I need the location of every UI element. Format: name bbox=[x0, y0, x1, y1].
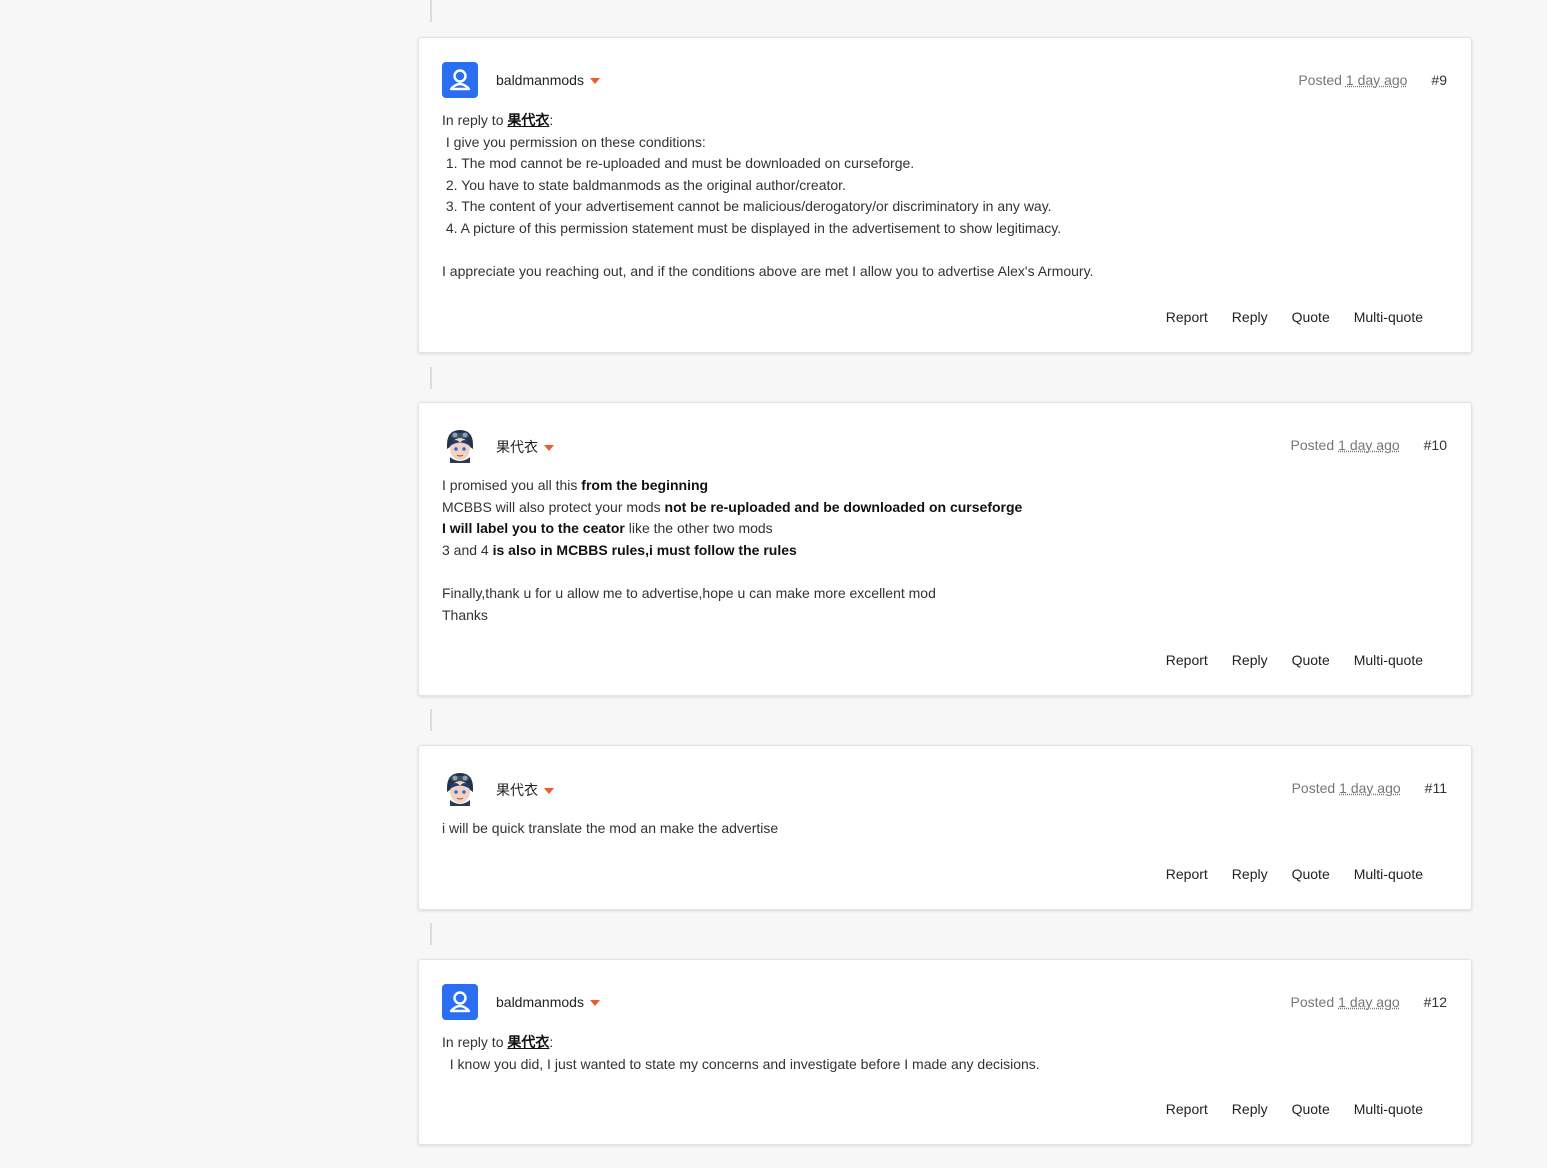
reply-line: In reply to 果代衣: bbox=[442, 1034, 554, 1050]
reply-to-link[interactable]: 果代衣 bbox=[507, 1034, 549, 1050]
reply-prefix: In reply to bbox=[442, 1034, 504, 1050]
caret-down-icon[interactable] bbox=[544, 788, 554, 795]
posted-label: Posted bbox=[1290, 994, 1335, 1010]
post-9: baldmanmods Posted 1 day ago #9 In reply t… bbox=[418, 37, 1472, 353]
post-meta: Posted 1 day ago #12 bbox=[1291, 994, 1447, 1010]
quote-button[interactable]: Quote bbox=[1292, 652, 1330, 668]
author-name[interactable]: baldmanmods bbox=[496, 994, 600, 1010]
posted-label: Posted bbox=[1290, 437, 1335, 453]
posted-time[interactable]: 1 day ago bbox=[1346, 72, 1408, 88]
posted-label: Posted bbox=[1298, 72, 1342, 88]
body-line: MCBBS will also protect your mods not be… bbox=[442, 498, 1023, 515]
post-number[interactable]: #11 bbox=[1425, 780, 1447, 796]
body-line: 2. You have to state baldmanmods as the … bbox=[442, 176, 846, 193]
report-button[interactable]: Report bbox=[1166, 309, 1208, 325]
quote-button[interactable]: Quote bbox=[1292, 309, 1330, 325]
multi-quote-button[interactable]: Multi-quote bbox=[1354, 866, 1423, 882]
multi-quote-button[interactable]: Multi-quote bbox=[1354, 652, 1423, 668]
body-line: I appreciate you reaching out, and if th… bbox=[442, 263, 1094, 280]
multi-quote-button[interactable]: Multi-quote bbox=[1354, 309, 1423, 325]
post-11: 果代衣 Posted 1 day ago #11 i will be quick t… bbox=[418, 745, 1472, 910]
posted-time[interactable]: 1 day ago bbox=[1338, 994, 1400, 1010]
post-body: i will be quick translate the mod an mak… bbox=[442, 818, 1447, 840]
post-meta: Posted 1 day ago #10 bbox=[1291, 437, 1447, 453]
thread-connector bbox=[430, 923, 432, 945]
reply-button[interactable]: Reply bbox=[1232, 652, 1268, 668]
body-line: I give you permission on these condition… bbox=[442, 133, 706, 150]
caret-down-icon[interactable] bbox=[589, 1000, 600, 1007]
body-line: I promised you all this from the beginni… bbox=[442, 477, 709, 493]
report-button[interactable]: Report bbox=[1166, 652, 1208, 668]
body-line: 4. A picture of this permission statemen… bbox=[442, 219, 1062, 236]
post-header: 果代衣 Posted 1 day ago #10 bbox=[442, 427, 1447, 463]
post-actions: Report Reply Quote Multi-quote bbox=[1142, 866, 1423, 882]
post-actions: Report Reply Quote Multi-quote bbox=[1142, 1101, 1423, 1117]
quote-button[interactable]: Quote bbox=[1292, 866, 1330, 882]
default-user-icon[interactable] bbox=[442, 62, 478, 98]
reply-prefix: In reply to bbox=[442, 112, 504, 128]
author-name[interactable]: baldmanmods bbox=[496, 72, 600, 88]
post-10: 果代衣 Posted 1 day ago #10 I promised you al… bbox=[418, 402, 1472, 696]
reply-to-link[interactable]: 果代衣 bbox=[507, 112, 549, 128]
posted-time[interactable]: 1 day ago bbox=[1339, 780, 1401, 796]
report-button[interactable]: Report bbox=[1166, 866, 1208, 882]
multi-quote-button[interactable]: Multi-quote bbox=[1354, 1101, 1423, 1117]
posted-time[interactable]: 1 day ago bbox=[1338, 437, 1400, 453]
body-line: Thanks bbox=[442, 606, 488, 623]
thread-connector bbox=[430, 367, 432, 389]
post-number[interactable]: #12 bbox=[1424, 994, 1447, 1010]
caret-down-icon[interactable] bbox=[544, 445, 554, 452]
reply-line: In reply to 果代衣: bbox=[442, 112, 554, 128]
report-button[interactable]: Report bbox=[1166, 1101, 1208, 1117]
reply-button[interactable]: Reply bbox=[1232, 309, 1268, 325]
post-header: baldmanmods Posted 1 day ago #9 bbox=[442, 62, 1447, 98]
default-user-icon[interactable] bbox=[442, 984, 478, 1020]
anime-avatar[interactable] bbox=[442, 770, 478, 806]
thread-connector bbox=[430, 709, 432, 731]
body-line: 3. The content of your advertisement can… bbox=[442, 198, 1052, 215]
post-header: baldmanmods Posted 1 day ago #12 bbox=[442, 984, 1447, 1020]
post-body: In reply to 果代衣: I know you did, I just … bbox=[442, 1032, 1447, 1075]
body-line: 3 and 4 is also in MCBBS rules,i must fo… bbox=[442, 541, 797, 558]
caret-down-icon[interactable] bbox=[589, 78, 600, 85]
anime-avatar[interactable] bbox=[442, 427, 478, 463]
post-number[interactable]: #10 bbox=[1424, 437, 1447, 453]
post-12: baldmanmods Posted 1 day ago #12 In reply … bbox=[418, 959, 1472, 1145]
reply-button[interactable]: Reply bbox=[1232, 866, 1268, 882]
post-body: I promised you all this from the beginni… bbox=[442, 475, 1447, 626]
body-line: I know you did, I just wanted to state m… bbox=[442, 1055, 1040, 1072]
post-number[interactable]: #9 bbox=[1431, 72, 1447, 88]
body-line: 1. The mod cannot be re-uploaded and mus… bbox=[442, 155, 915, 172]
post-meta: Posted 1 day ago #11 bbox=[1292, 780, 1447, 796]
posted-label: Posted bbox=[1291, 780, 1336, 796]
thread-connector bbox=[430, 0, 432, 22]
post-meta: Posted 1 day ago #9 bbox=[1298, 72, 1447, 88]
quote-button[interactable]: Quote bbox=[1292, 1101, 1330, 1117]
body-line: Finally,thank u for u allow me to advert… bbox=[442, 584, 936, 601]
body-line: I will label you to the ceator like the … bbox=[442, 520, 773, 537]
post-body: In reply to 果代衣: I give you permission o… bbox=[442, 110, 1447, 283]
author-name[interactable]: 果代衣 bbox=[496, 437, 554, 457]
post-header: 果代衣 Posted 1 day ago #11 bbox=[442, 770, 1447, 806]
body-line: i will be quick translate the mod an mak… bbox=[442, 820, 779, 836]
author-name[interactable]: 果代衣 bbox=[496, 780, 554, 800]
reply-button[interactable]: Reply bbox=[1232, 1101, 1268, 1117]
post-actions: Report Reply Quote Multi-quote bbox=[1142, 652, 1423, 668]
post-actions: Report Reply Quote Multi-quote bbox=[1142, 309, 1423, 325]
